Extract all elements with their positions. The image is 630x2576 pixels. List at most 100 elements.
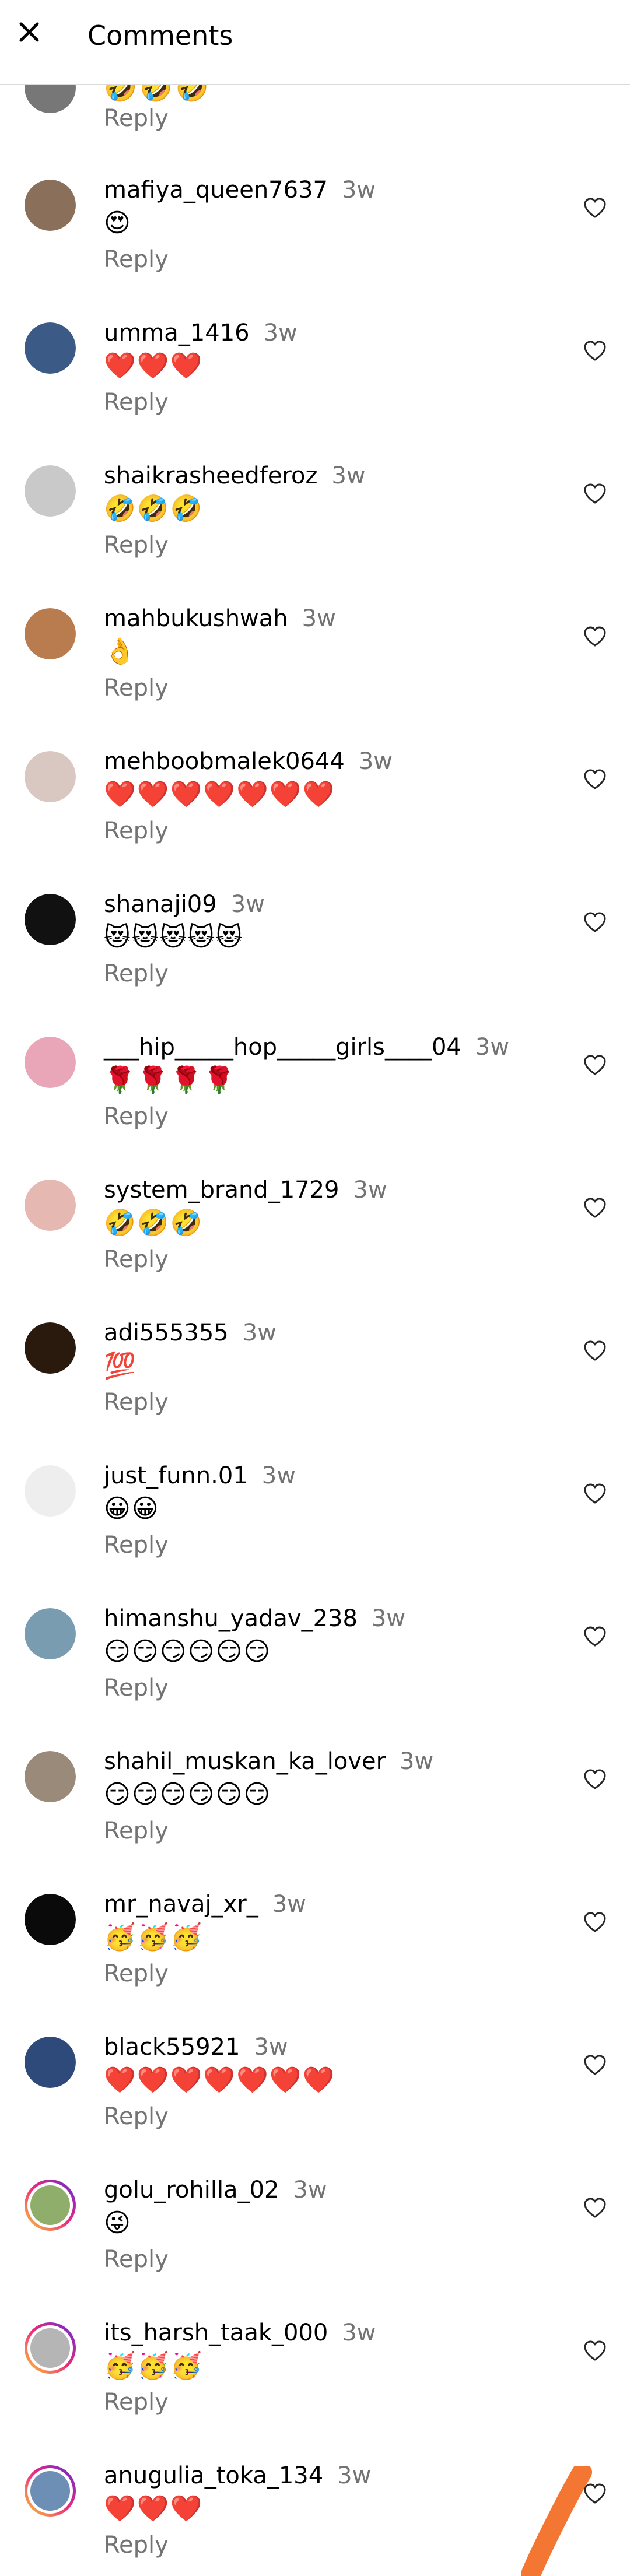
reply-button[interactable]: Reply bbox=[104, 246, 169, 273]
username-text[interactable]: shahil_muskan_ka_lover bbox=[104, 1748, 386, 1775]
like-button[interactable] bbox=[583, 768, 607, 792]
like-button[interactable] bbox=[583, 2483, 607, 2506]
like-button[interactable] bbox=[583, 1911, 607, 1935]
username-text[interactable]: just_funn.01 bbox=[104, 1462, 248, 1489]
comment-username[interactable]: black55921 3w bbox=[104, 2034, 288, 2061]
heart-outline-icon bbox=[583, 2340, 607, 2366]
comment-username[interactable]: shahil_muskan_ka_lover 3w bbox=[104, 1748, 433, 1775]
avatar[interactable] bbox=[24, 1465, 76, 1517]
like-button[interactable] bbox=[583, 197, 607, 220]
username-text[interactable]: adi555355 bbox=[104, 1319, 229, 1346]
avatar[interactable] bbox=[24, 1751, 76, 1802]
avatar[interactable] bbox=[24, 894, 76, 945]
heart-outline-icon bbox=[583, 341, 607, 366]
comment-username[interactable]: just_funn.01 3w bbox=[104, 1462, 296, 1489]
comment-username[interactable]: adi555355 3w bbox=[104, 1319, 276, 1346]
comment-username[interactable]: mehboobmalek0644 3w bbox=[104, 748, 393, 775]
avatar[interactable] bbox=[24, 751, 76, 802]
reply-button[interactable]: Reply bbox=[104, 532, 169, 559]
username-text[interactable]: golu_rohilla_02 bbox=[104, 2177, 279, 2203]
reply-button[interactable]: Reply bbox=[104, 2532, 169, 2559]
reply-button[interactable]: Reply bbox=[104, 2246, 169, 2273]
comment-username[interactable]: umma_1416 3w bbox=[104, 320, 298, 346]
comment-username[interactable]: shaikrasheedferoz 3w bbox=[104, 462, 366, 489]
like-button[interactable] bbox=[583, 1340, 607, 1363]
avatar[interactable] bbox=[24, 1180, 76, 1231]
reply-button[interactable]: Reply bbox=[104, 389, 169, 416]
comment-time: 3w bbox=[302, 605, 336, 632]
reply-button[interactable]: Reply bbox=[104, 105, 169, 132]
like-button[interactable] bbox=[583, 2197, 607, 2220]
username-text[interactable]: ___hip_____hop_____girls____04 bbox=[104, 1034, 461, 1061]
username-text[interactable]: system_brand_1729 bbox=[104, 1177, 340, 1203]
partial-comment: 🤣🤣🤣 Reply bbox=[0, 62, 630, 149]
comment-text: 🤣🤣🤣 bbox=[104, 1208, 204, 1238]
username-text[interactable]: himanshu_yadav_238 bbox=[104, 1605, 358, 1632]
username-text[interactable]: umma_1416 bbox=[104, 320, 250, 346]
comment-username[interactable]: system_brand_1729 3w bbox=[104, 1177, 387, 1203]
comment-username[interactable]: golu_rohilla_02 3w bbox=[104, 2177, 327, 2203]
like-button[interactable] bbox=[583, 1483, 607, 1506]
username-text[interactable]: anugulia_toka_134 bbox=[104, 2462, 323, 2489]
avatar[interactable] bbox=[24, 465, 76, 517]
like-button[interactable] bbox=[583, 483, 607, 506]
avatar[interactable] bbox=[24, 2322, 76, 2374]
avatar[interactable] bbox=[24, 180, 76, 231]
avatar-image bbox=[24, 1322, 76, 1374]
comment-username[interactable]: mr_navaj_xr_ 3w bbox=[104, 1891, 306, 1918]
username-text[interactable]: mehboobmalek0644 bbox=[104, 748, 345, 775]
avatar[interactable] bbox=[24, 608, 76, 659]
comment-list: mafiya_queen7637 3w 😍 Reply umma_1416 3w ❤️❤️❤… bbox=[0, 149, 630, 2576]
reply-button[interactable]: Reply bbox=[104, 2103, 169, 2130]
username-text[interactable]: mahbukushwah bbox=[104, 605, 288, 632]
avatar[interactable] bbox=[24, 2465, 76, 2517]
reply-button[interactable]: Reply bbox=[104, 1532, 169, 1559]
like-button[interactable] bbox=[583, 1054, 607, 1078]
username-text[interactable]: mafiya_queen7637 bbox=[104, 177, 328, 203]
like-button[interactable] bbox=[583, 1626, 607, 1649]
reply-button[interactable]: Reply bbox=[104, 2389, 169, 2416]
like-button[interactable] bbox=[583, 911, 607, 935]
reply-button[interactable]: Reply bbox=[104, 1246, 169, 1273]
like-button[interactable] bbox=[583, 1197, 607, 1220]
reply-button[interactable]: Reply bbox=[104, 1817, 169, 1844]
comment-username[interactable]: anugulia_toka_134 3w bbox=[104, 2462, 371, 2489]
reply-button[interactable]: Reply bbox=[104, 1103, 169, 1130]
comment-text: 😏😏😏😏😏😏 bbox=[104, 1780, 272, 1809]
reply-button[interactable]: Reply bbox=[104, 1960, 169, 1987]
avatar[interactable] bbox=[24, 1322, 76, 1374]
like-button[interactable] bbox=[583, 1768, 607, 1792]
comment-username[interactable]: himanshu_yadav_238 3w bbox=[104, 1605, 405, 1632]
avatar[interactable] bbox=[24, 1894, 76, 1945]
comment-username[interactable]: its_harsh_taak_000 3w bbox=[104, 2319, 376, 2346]
avatar[interactable] bbox=[24, 1037, 76, 1088]
like-button[interactable] bbox=[583, 340, 607, 363]
username-text[interactable]: shaikrasheedferoz bbox=[104, 462, 317, 489]
like-button[interactable] bbox=[583, 626, 607, 649]
avatar[interactable] bbox=[24, 322, 76, 374]
reply-button[interactable]: Reply bbox=[104, 817, 169, 844]
like-button[interactable] bbox=[583, 2340, 607, 2363]
reply-button[interactable]: Reply bbox=[104, 675, 169, 701]
comment-text: 🥳🥳🥳 bbox=[104, 1922, 204, 1952]
username-text[interactable]: black55921 bbox=[104, 2034, 240, 2061]
comment-username[interactable]: shanaji09 3w bbox=[104, 891, 265, 918]
close-button[interactable] bbox=[13, 16, 46, 48]
comment-username[interactable]: ___hip_____hop_____girls____04 3w bbox=[104, 1034, 509, 1061]
reply-button[interactable]: Reply bbox=[104, 960, 169, 987]
username-text[interactable]: its_harsh_taak_000 bbox=[104, 2319, 328, 2346]
comment-time: 3w bbox=[242, 1319, 276, 1346]
comment-username[interactable]: mahbukushwah 3w bbox=[104, 605, 336, 632]
comment-time: 3w bbox=[261, 1462, 296, 1489]
avatar[interactable] bbox=[24, 2037, 76, 2088]
reply-button[interactable]: Reply bbox=[104, 1389, 169, 1416]
username-text[interactable]: shanaji09 bbox=[104, 891, 217, 918]
avatar-image bbox=[24, 1465, 76, 1517]
like-button[interactable] bbox=[583, 2054, 607, 2077]
username-text[interactable]: mr_navaj_xr_ bbox=[104, 1891, 258, 1918]
avatar[interactable] bbox=[24, 1608, 76, 1659]
comment-row: himanshu_yadav_238 3w 😏😏😏😏😏😏 Reply bbox=[0, 1578, 630, 1721]
comment-username[interactable]: mafiya_queen7637 3w bbox=[104, 177, 376, 203]
avatar[interactable] bbox=[24, 2180, 76, 2231]
reply-button[interactable]: Reply bbox=[104, 1675, 169, 1701]
